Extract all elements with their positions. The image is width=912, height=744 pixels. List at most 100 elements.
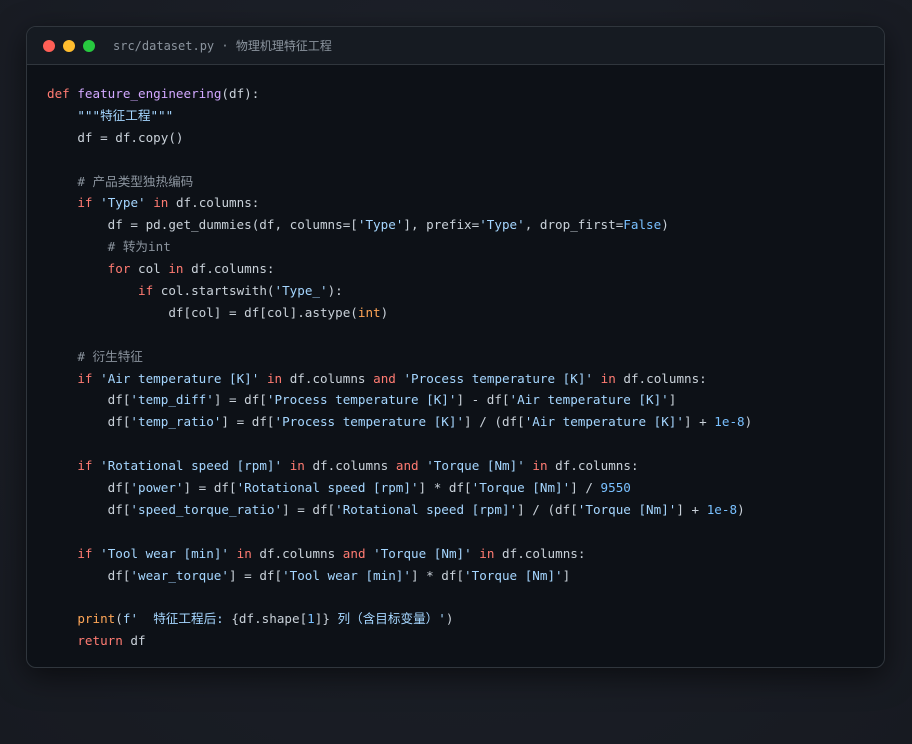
code-token: df[ <box>47 567 131 583</box>
close-window-dot-icon[interactable] <box>43 39 55 52</box>
code-token: df.columns: <box>494 545 586 561</box>
code-token: int <box>357 304 381 320</box>
code-token: 9550 <box>600 480 631 496</box>
code-token: 'Type' <box>357 217 404 233</box>
code-token: 'Air temperature [K]' <box>524 414 684 430</box>
code-token: ] = df[ <box>228 567 283 583</box>
code-token: ] + <box>676 501 707 517</box>
code-token: ] = df[ <box>221 414 275 430</box>
code-token: ( <box>115 611 123 627</box>
code-token: df[col] = df[col].astype( <box>47 304 358 320</box>
code-token: ] = df[ <box>183 480 237 496</box>
code-token: df = pd.get_dummies(df, columns=[ <box>47 217 358 233</box>
code-token: ) <box>737 501 745 517</box>
code-token: 'Torque [Nm]' <box>426 458 525 474</box>
code-line: df = df.copy() <box>47 127 884 149</box>
code-token: col <box>130 261 169 277</box>
code-line: df['temp_ratio'] = df['Process temperatu… <box>47 411 884 433</box>
code-token: 'Process temperature [K]' <box>266 392 457 408</box>
code-token: ] * df[ <box>410 567 465 583</box>
code-line: # 衍生特征 <box>47 346 884 368</box>
code-token: ) <box>445 611 454 627</box>
code-token: ] / (df[ <box>464 414 525 430</box>
code-block: def feature_engineering(df): """特征工程""" … <box>27 65 884 652</box>
code-token: # 转为int <box>107 239 171 255</box>
code-token: 'wear_torque' <box>130 567 229 583</box>
code-line: if 'Air temperature [K]' in df.columns a… <box>47 368 884 390</box>
code-token: 'Torque [Nm]' <box>464 567 563 583</box>
code-line: df['speed_torque_ratio'] = df['Rotationa… <box>47 499 884 521</box>
code-token: if <box>77 545 93 561</box>
code-token: df.columns <box>304 458 396 474</box>
code-line: """特征工程""" <box>47 105 884 127</box>
code-token: df.columns <box>282 370 374 386</box>
code-token: ] / <box>570 480 601 496</box>
code-token: 'Torque [Nm]' <box>577 501 677 517</box>
code-line: def feature_engineering(df): <box>47 83 884 105</box>
code-token: col.startswith( <box>153 283 275 299</box>
code-token: and <box>373 370 396 386</box>
code-token: 1e-8 <box>706 501 738 517</box>
code-line: if 'Rotational speed [rpm]' in df.column… <box>47 455 884 477</box>
code-token: in <box>236 545 252 561</box>
code-token: 'Rotational speed [rpm]' <box>236 480 419 496</box>
minimize-window-dot-icon[interactable] <box>63 39 75 52</box>
code-token: """特征工程""" <box>77 107 174 123</box>
code-token: df[ <box>47 392 131 408</box>
code-token: 'Air temperature [K]' <box>100 370 260 386</box>
code-token: 'temp_ratio' <box>130 414 222 430</box>
code-token: False <box>623 217 662 233</box>
code-token: 'Rotational speed [rpm]' <box>100 458 283 474</box>
code-token: 'Rotational speed [rpm]' <box>335 501 518 517</box>
code-token: df.columns: <box>168 195 260 211</box>
code-token: df.columns <box>251 545 343 561</box>
code-token: , drop_first= <box>524 217 624 233</box>
code-token: ] - df[ <box>456 392 510 408</box>
code-token: 'Process temperature [K]' <box>274 414 465 430</box>
code-token: ] * df[ <box>418 480 472 496</box>
code-token: df = df.copy() <box>47 129 184 145</box>
code-token: # 产品类型独热编码 <box>77 173 194 189</box>
code-token: 'power' <box>130 480 184 496</box>
code-token: {df.shape[ <box>231 611 308 627</box>
code-token: in <box>532 458 548 474</box>
code-token: 'Type' <box>479 217 525 233</box>
code-token: df.columns: <box>183 261 275 277</box>
code-token: df[ <box>47 414 131 430</box>
maximize-window-dot-icon[interactable] <box>83 39 95 52</box>
code-token: ): <box>327 283 343 299</box>
code-token: f' 特征工程后: <box>122 611 232 627</box>
code-line: # 转为int <box>47 236 884 258</box>
code-token: for <box>107 261 131 277</box>
code-token: ] <box>668 392 677 408</box>
code-token: if <box>77 195 93 211</box>
code-token: ] / (df[ <box>517 501 578 517</box>
code-token: 'Tool wear [min]' <box>100 545 230 561</box>
code-line: # 产品类型独热编码 <box>47 171 884 193</box>
code-token: and <box>342 545 366 561</box>
code-token: 'temp_diff' <box>130 392 214 408</box>
window-title: src/dataset.py · 物理机理特征工程 <box>113 39 332 53</box>
code-token: 'Process temperature [K]' <box>403 370 594 386</box>
code-token: 'Air temperature [K]' <box>509 392 669 408</box>
code-line: df['wear_torque'] = df['Tool wear [min]'… <box>47 565 884 587</box>
code-token: 'Tool wear [min]' <box>282 567 411 583</box>
